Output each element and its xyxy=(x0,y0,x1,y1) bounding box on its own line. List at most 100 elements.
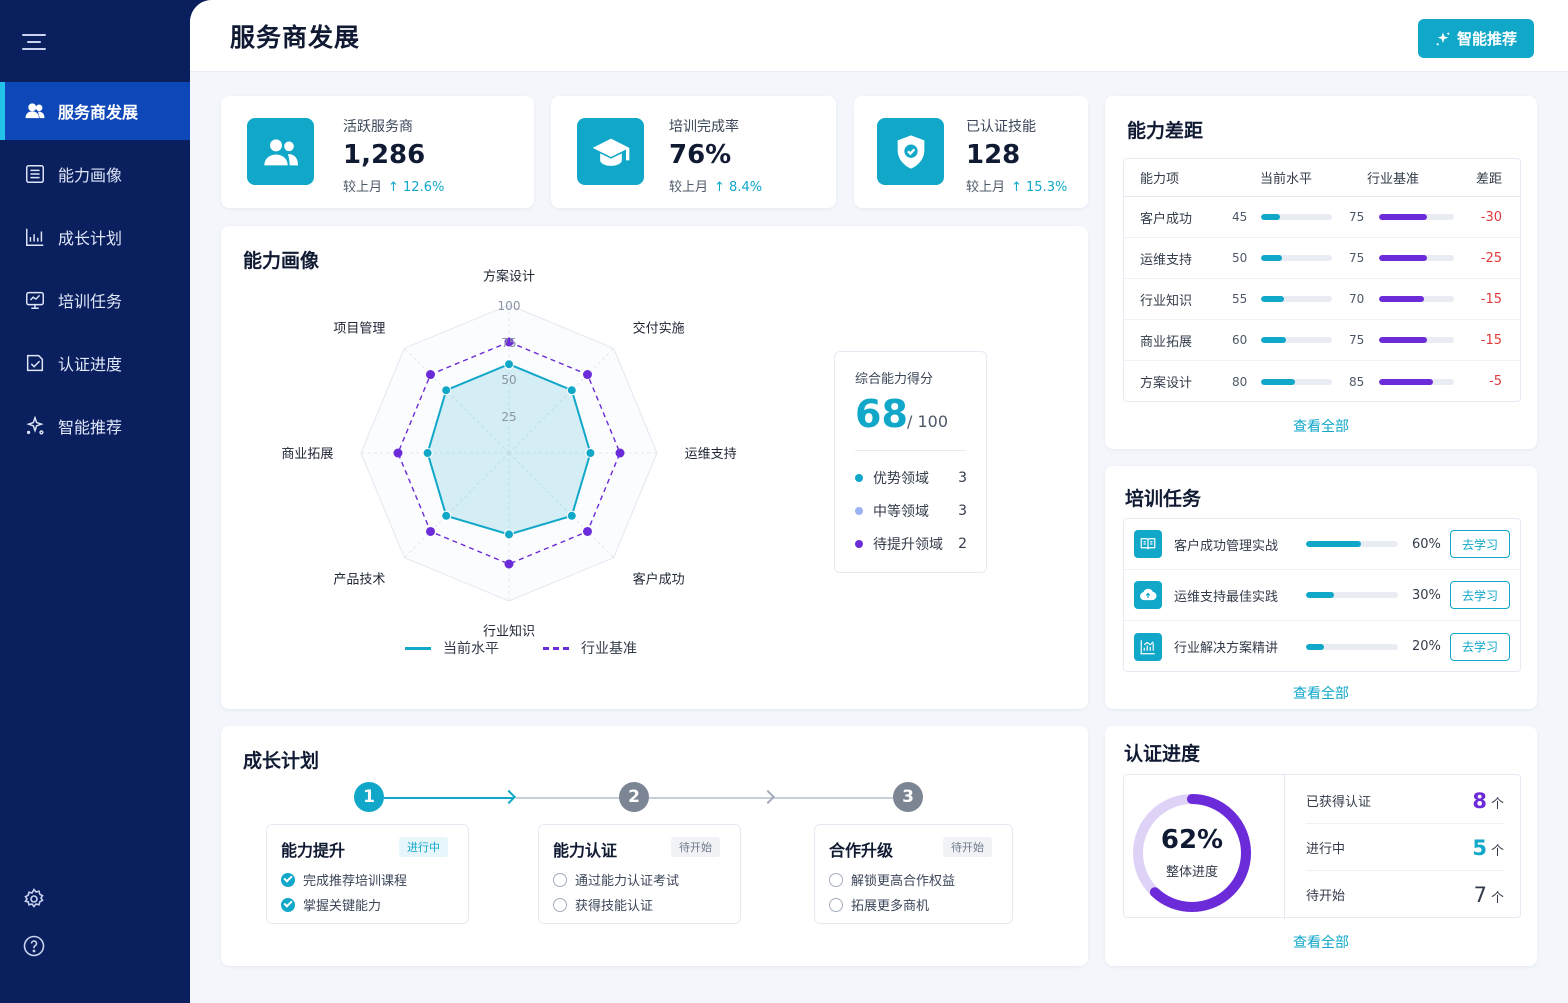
score-row-count: 3 xyxy=(958,503,967,519)
radar-axis-label: 项目管理 xyxy=(333,321,385,336)
profile-card-icon xyxy=(26,165,44,183)
gap-benchmark-value: 75 xyxy=(1349,333,1365,347)
score-row-label: 中等领域 xyxy=(873,504,929,520)
check-done-icon xyxy=(281,872,295,887)
gap-diff: -5 xyxy=(1489,374,1502,389)
legend-line-benchmark xyxy=(543,646,569,650)
stat-compare-label: 较上月 xyxy=(966,180,1006,195)
gap-benchmark-fill xyxy=(1378,255,1427,261)
plan-step-item: 解锁更高合作权益 xyxy=(829,870,955,889)
cloud-upload-icon xyxy=(1134,581,1162,609)
sidebar-item-training-tasks[interactable]: 培训任务 xyxy=(0,271,190,329)
see-all-link[interactable]: 查看全部 xyxy=(1105,416,1537,436)
stat-change: ↑ 8.4% xyxy=(714,180,763,195)
check-empty-icon xyxy=(553,897,567,912)
header-benchmark: 行业基准 xyxy=(1367,172,1420,187)
stat-compare: 较上月 ↑ 8.4% xyxy=(669,176,762,195)
go-learn-button[interactable]: 去学习 xyxy=(1450,632,1510,661)
header-current: 当前水平 xyxy=(1260,172,1313,187)
radar-benchmark-point xyxy=(615,448,625,458)
task-progress-bar xyxy=(1306,592,1398,598)
step-connector xyxy=(384,797,514,799)
sparkle-icon xyxy=(1436,31,1450,45)
sidebar-item-smart-recommend[interactable]: 智能推荐 xyxy=(0,397,190,455)
help-icon[interactable] xyxy=(22,934,46,958)
go-learn-button[interactable]: 去学习 xyxy=(1450,581,1510,609)
book-icon xyxy=(1134,530,1162,558)
top-bar: 服务商发展 智能推荐 xyxy=(190,0,1568,72)
plan-step-card[interactable]: 能力认证 待开始 通过能力认证考试 获得技能认证 xyxy=(538,824,741,924)
dot xyxy=(855,507,863,515)
sidebar-item-provider-development[interactable]: 服务商发展 xyxy=(0,82,190,140)
card-title: 能力差距 xyxy=(1127,120,1204,142)
gap-current-bar xyxy=(1260,337,1332,343)
task-percent: 20% xyxy=(1412,639,1441,654)
check-empty-icon xyxy=(553,872,567,887)
task-percent: 30% xyxy=(1412,587,1441,603)
sidebar-item-capability-profile[interactable]: 能力画像 xyxy=(0,145,190,203)
sparkle-icon xyxy=(26,415,44,435)
radar-current-point xyxy=(566,510,577,521)
plan-step-card[interactable]: 合作升级 待开始 解锁更高合作权益 拓展更多商机 xyxy=(814,824,1013,924)
task-progress-fill xyxy=(1306,643,1325,650)
card-title: 培训任务 xyxy=(1125,488,1202,510)
capability-gap-card: 能力差距 能力项 当前水平 行业基准 差距 客户成功 45 75 -30 运维支持 50 7… xyxy=(1105,96,1537,449)
radar-current-point xyxy=(566,385,577,396)
score-label: 综合能力得分 xyxy=(855,372,934,387)
sidebar-item-certification-progress[interactable]: 认证进度 xyxy=(0,334,190,392)
capability-profile-card: 能力画像 25 50 75 100 方案设计 交付实施 运维支持 客户成功 行业知识 产品技术 商业… xyxy=(221,226,1088,709)
gap-benchmark: 85 xyxy=(1349,375,1454,389)
plan-step-card[interactable]: 能力提升 进行中 完成推荐培训课程 掌握关键能力 xyxy=(266,824,469,924)
radar-axis-label: 交付实施 xyxy=(633,320,685,336)
training-screen-icon xyxy=(26,291,44,309)
gap-current-value: 55 xyxy=(1232,292,1248,306)
stat-card-training-completion: 培训完成率 76% 较上月 ↑ 8.4% xyxy=(551,96,836,208)
gap-current-fill xyxy=(1260,214,1280,220)
radar-axis-label: 运维支持 xyxy=(685,447,737,462)
radar-current-point xyxy=(504,359,514,370)
header-name: 能力项 xyxy=(1140,172,1180,187)
cert-count-unit: 个 xyxy=(1490,843,1504,859)
radar-benchmark-point xyxy=(582,526,592,536)
shield-badge-icon xyxy=(897,134,924,169)
task-name: 行业解决方案精讲 xyxy=(1174,641,1279,656)
cert-count-value: 5 xyxy=(1472,835,1487,860)
stat-icon-box xyxy=(577,118,644,185)
cert-sub-label: 整体进度 xyxy=(1165,865,1218,880)
arrow-icon xyxy=(760,789,776,805)
sidebar-item-label: 服务商发展 xyxy=(58,103,139,122)
radar-current-point xyxy=(441,510,452,521)
status-badge: 进行中 xyxy=(399,837,448,857)
table-row: 客户成功 45 75 -30 xyxy=(1124,197,1520,238)
task-name: 运维支持最佳实践 xyxy=(1174,589,1279,605)
settings-gear-icon[interactable] xyxy=(22,887,46,911)
cert-row-count: 8个 xyxy=(1472,789,1504,813)
main-content: 服务商发展 智能推荐 活跃服务商 1,286 较上月 ↑ 12.6% 培训完成率 … xyxy=(190,0,1568,1003)
gap-current: 50 xyxy=(1232,251,1332,265)
see-all-link[interactable]: 查看全部 xyxy=(1105,932,1537,952)
gap-current-fill xyxy=(1260,378,1295,385)
cert-count-value: 8 xyxy=(1472,788,1487,813)
card-title: 成长计划 xyxy=(243,750,320,772)
plan-step-item: 掌握关键能力 xyxy=(281,895,381,914)
divider xyxy=(1284,775,1285,919)
list-item: 客户成功管理实战 60% 去学习 xyxy=(1124,519,1520,570)
radar-axis-label: 方案设计 xyxy=(483,268,535,284)
gap-benchmark-bar xyxy=(1378,378,1454,385)
see-all-link[interactable]: 查看全部 xyxy=(1105,683,1537,703)
go-learn-button[interactable]: 去学习 xyxy=(1450,530,1510,558)
menu-toggle-icon[interactable] xyxy=(22,34,46,52)
check-done-icon xyxy=(281,897,295,912)
sidebar-item-growth-plan[interactable]: 成长计划 xyxy=(0,208,190,266)
status-badge: 待开始 xyxy=(671,837,720,857)
gap-benchmark-value: 75 xyxy=(1349,210,1365,224)
radar-axis-label: 商业拓展 xyxy=(281,447,333,462)
gap-benchmark: 75 xyxy=(1349,333,1454,347)
divider xyxy=(855,450,966,451)
gap-name: 客户成功 xyxy=(1140,211,1193,227)
smart-recommend-button[interactable]: 智能推荐 xyxy=(1418,19,1534,58)
plan-step-item-text: 完成推荐培训课程 xyxy=(303,874,408,889)
cert-count-unit: 个 xyxy=(1490,796,1504,812)
gap-benchmark-fill xyxy=(1378,337,1427,343)
stat-value: 1,286 xyxy=(343,140,426,170)
